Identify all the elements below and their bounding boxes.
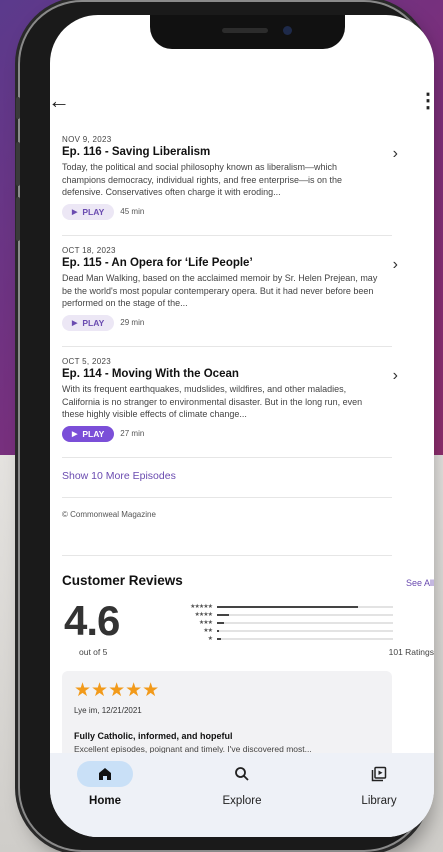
show-more-episodes-link[interactable]: Show 10 More Episodes xyxy=(62,470,176,482)
star-label: ★★★ xyxy=(198,620,213,626)
divider xyxy=(62,346,392,347)
rating-distribution: ★★★★★ ★★★★ ★★★ ★★ ★ xyxy=(175,603,393,643)
rating-bar-track xyxy=(217,637,393,640)
review-author-date: Lye im, 12/21/2021 xyxy=(74,706,142,715)
episode-description: With its frequent earthquakes, mudslides… xyxy=(62,384,363,419)
review-headline: Fully Catholic, informed, and hopeful xyxy=(74,731,233,741)
rating-bar-track xyxy=(217,629,393,632)
episode-title: Ep. 114 - Moving With the Ocean xyxy=(62,368,239,380)
chevron-right-icon[interactable]: › xyxy=(393,367,398,385)
divider xyxy=(62,457,392,458)
play-icon: ▶ xyxy=(72,208,78,216)
notch xyxy=(150,15,345,49)
see-all-link[interactable]: See All xyxy=(406,578,434,588)
divider xyxy=(62,555,392,556)
episode-duration: 27 min xyxy=(120,429,145,438)
tab-home[interactable]: Home xyxy=(50,761,160,807)
episode-duration: 45 min xyxy=(120,207,145,216)
chevron-right-icon[interactable]: › xyxy=(393,256,398,274)
star-label: ★★★★ xyxy=(194,612,213,618)
episode-item[interactable]: NOV 9, 2023 Ep. 116 - Saving Liberalism … xyxy=(62,135,398,220)
arrow-left-icon[interactable]: ← xyxy=(50,89,70,113)
play-label: PLAY xyxy=(82,428,105,439)
rating-bar-row: ★ xyxy=(175,635,393,642)
episode-title: Ep. 116 - Saving Liberalism xyxy=(62,146,211,158)
play-row: ▶ PLAY 27 min xyxy=(62,425,392,442)
rating-bar-fill xyxy=(217,613,230,616)
home-icon xyxy=(77,761,133,787)
episode-date: OCT 18, 2023 xyxy=(62,246,116,255)
review-stars: ★★★★★ xyxy=(74,680,160,701)
rating-bar-track xyxy=(217,621,393,624)
star-label: ★ xyxy=(207,636,213,642)
average-rating: 4.6 xyxy=(64,597,120,644)
out-of-label: out of 5 xyxy=(79,647,108,657)
tab-library[interactable]: Library xyxy=(324,761,434,807)
play-label: PLAY xyxy=(82,206,105,217)
speaker-grille xyxy=(222,28,268,33)
divider xyxy=(62,497,392,498)
rating-bar-fill xyxy=(217,629,219,632)
episode-title: Ep. 115 - An Opera for ‘Life People’ xyxy=(62,257,253,269)
phone-screen: ← ⋮ NOV 9, 2023 Ep. 116 - Saving Liberal… xyxy=(50,15,434,837)
rating-bar-row: ★★★ xyxy=(175,619,393,626)
library-icon xyxy=(351,761,407,787)
play-button[interactable]: ▶ PLAY xyxy=(62,314,115,331)
rating-bar-row: ★★★★ xyxy=(175,611,393,618)
rating-bar-fill xyxy=(217,637,221,640)
star-label: ★★★★★ xyxy=(190,604,213,610)
camera xyxy=(283,26,292,35)
play-icon: ▶ xyxy=(72,319,78,327)
episode-duration: 29 min xyxy=(120,318,145,327)
reviews-title: Customer Reviews xyxy=(62,573,183,588)
search-icon xyxy=(214,761,270,787)
episode-description: Dead Man Walking, based on the acclaimed… xyxy=(62,273,378,308)
episode-date: NOV 9, 2023 xyxy=(62,135,112,144)
copyright-text: © Commonweal Magazine xyxy=(62,510,156,519)
play-row: ▶ PLAY 29 min xyxy=(62,314,392,331)
divider xyxy=(62,235,392,236)
mute-switch xyxy=(16,97,20,119)
play-row: ▶ PLAY 45 min xyxy=(62,203,392,220)
episode-date: OCT 5, 2023 xyxy=(62,357,111,366)
chevron-right-icon[interactable]: › xyxy=(393,145,398,163)
episode-item[interactable]: OCT 5, 2023 Ep. 114 - Moving With the Oc… xyxy=(62,357,398,442)
rating-bar-row: ★★★★★ xyxy=(175,603,393,610)
tab-label: Library xyxy=(361,795,397,807)
rating-bar-track xyxy=(217,605,393,608)
bottom-tab-bar: Home Explore Library xyxy=(50,753,434,837)
ratings-count: 101 Ratings xyxy=(388,647,434,657)
episode-description: Today, the political and social philosop… xyxy=(62,162,342,197)
play-button[interactable]: ▶ PLAY xyxy=(62,203,115,220)
play-button[interactable]: ▶ PLAY xyxy=(62,425,115,442)
volume-down-button xyxy=(16,197,20,241)
rating-bar-row: ★★ xyxy=(175,627,393,634)
volume-up-button xyxy=(16,142,20,186)
tab-explore[interactable]: Explore xyxy=(187,761,297,807)
play-icon: ▶ xyxy=(72,430,78,438)
rating-bar-track xyxy=(217,613,393,616)
top-bar: ← ⋮ xyxy=(50,87,434,117)
tab-label: Explore xyxy=(222,795,262,807)
tab-label: Home xyxy=(89,795,121,807)
star-label: ★★ xyxy=(203,628,213,634)
rating-bar-fill xyxy=(217,605,358,608)
episode-item[interactable]: OCT 18, 2023 Ep. 115 - An Opera for ‘Lif… xyxy=(62,246,398,331)
more-vertical-icon[interactable]: ⋮ xyxy=(418,91,434,111)
review-card[interactable]: ★★★★★ Lye im, 12/21/2021 Fully Catholic,… xyxy=(62,671,392,761)
play-label: PLAY xyxy=(82,317,105,328)
rating-bar-fill xyxy=(217,621,225,624)
